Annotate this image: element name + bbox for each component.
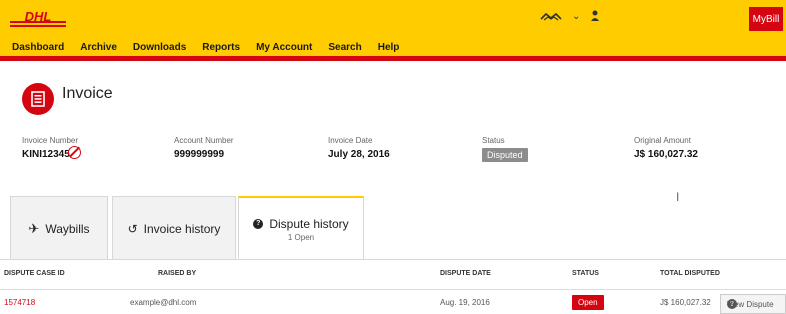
field-original-amount: Original Amount J$ 160,027.32 bbox=[634, 136, 698, 160]
tab-dispute-history-label: Dispute history bbox=[269, 216, 349, 231]
status-open-badge: Open bbox=[572, 295, 604, 310]
account-number-value: 999999999 bbox=[174, 149, 225, 160]
dhl-logo[interactable]: DHL bbox=[10, 8, 66, 28]
tab-dispute-history-count: 1 Open bbox=[287, 232, 315, 242]
tab-waybills-label: Waybills bbox=[45, 221, 90, 236]
page-title: Invoice bbox=[62, 85, 113, 102]
invoice-icon bbox=[22, 83, 54, 115]
chevron-down-icon[interactable]: ⌄ bbox=[572, 11, 580, 22]
status-label: Status bbox=[482, 136, 505, 145]
col-dispute-case-id[interactable]: DISPUTE CASE ID bbox=[4, 270, 65, 277]
nav-downloads[interactable]: Downloads bbox=[133, 42, 186, 53]
dhl-wings-icon[interactable] bbox=[540, 11, 562, 21]
field-invoice-date: Invoice Date July 28, 2016 bbox=[328, 136, 390, 160]
table-header: DISPUTE CASE ID RAISED BY DISPUTE DATE S… bbox=[0, 270, 786, 282]
user-icon[interactable] bbox=[590, 10, 600, 22]
field-status: Status Disputed bbox=[482, 136, 528, 163]
view-dispute-label: View Dispute bbox=[727, 299, 774, 309]
tab-divider bbox=[0, 259, 786, 260]
invoice-date-label: Invoice Date bbox=[328, 136, 373, 145]
invoice-date-value: July 28, 2016 bbox=[328, 149, 390, 160]
col-dispute-date[interactable]: DISPUTE DATE bbox=[440, 270, 491, 277]
tab-dispute-history[interactable]: ? Dispute history 1 Open bbox=[238, 196, 364, 260]
tab-invoice-history[interactable]: ↺ Invoice history bbox=[112, 196, 236, 260]
mybill-button[interactable]: MyBill bbox=[749, 7, 783, 31]
header-icons: ⌄ bbox=[540, 9, 600, 23]
nav-archive[interactable]: Archive bbox=[80, 42, 117, 53]
dispute-case-id-link[interactable]: 1574718 bbox=[4, 298, 35, 307]
nav-dashboard[interactable]: Dashboard bbox=[12, 42, 64, 53]
original-amount-value: J$ 160,027.32 bbox=[634, 149, 698, 160]
account-number-label: Account Number bbox=[174, 136, 234, 145]
tab-invoice-history-label: Invoice history bbox=[143, 221, 221, 236]
total-disputed-value: J$ 160,027.32 bbox=[660, 298, 711, 307]
nav-reports[interactable]: Reports bbox=[202, 42, 240, 53]
invoice-number-label: Invoice Number bbox=[22, 136, 79, 145]
field-account-number: Account Number 999999999 bbox=[174, 136, 234, 160]
table-header-divider bbox=[0, 289, 786, 290]
dispute-date-value: Aug. 19, 2016 bbox=[440, 298, 490, 307]
view-dispute-button[interactable]: ? View Dispute bbox=[720, 294, 786, 314]
raised-by-value: example@dhl.com bbox=[130, 298, 197, 307]
table-row: 1574718 example@dhl.com Aug. 19, 2016 Op… bbox=[0, 294, 786, 314]
history-icon: ↺ bbox=[127, 221, 138, 236]
main-nav: Dashboard Archive Downloads Reports My A… bbox=[12, 42, 415, 53]
tab-waybills[interactable]: ✈ Waybills bbox=[10, 196, 108, 260]
brand-stripe bbox=[0, 56, 786, 61]
question-icon: ? bbox=[253, 218, 264, 229]
tab-bar: ✈ Waybills ↺ Invoice history ? Dispute h… bbox=[0, 196, 786, 260]
status-badge: Disputed bbox=[482, 148, 528, 162]
col-total-disputed[interactable]: TOTAL DISPUTED bbox=[660, 270, 720, 277]
nav-help[interactable]: Help bbox=[378, 42, 400, 53]
plane-icon: ✈ bbox=[28, 220, 40, 236]
nav-search[interactable]: Search bbox=[328, 42, 361, 53]
logo-text: DHL bbox=[25, 9, 52, 24]
col-raised-by[interactable]: RAISED BY bbox=[158, 270, 196, 277]
nav-my-account[interactable]: My Account bbox=[256, 42, 312, 53]
col-status[interactable]: STATUS bbox=[572, 270, 599, 277]
original-amount-label: Original Amount bbox=[634, 136, 691, 145]
no-download-icon[interactable] bbox=[68, 146, 81, 159]
